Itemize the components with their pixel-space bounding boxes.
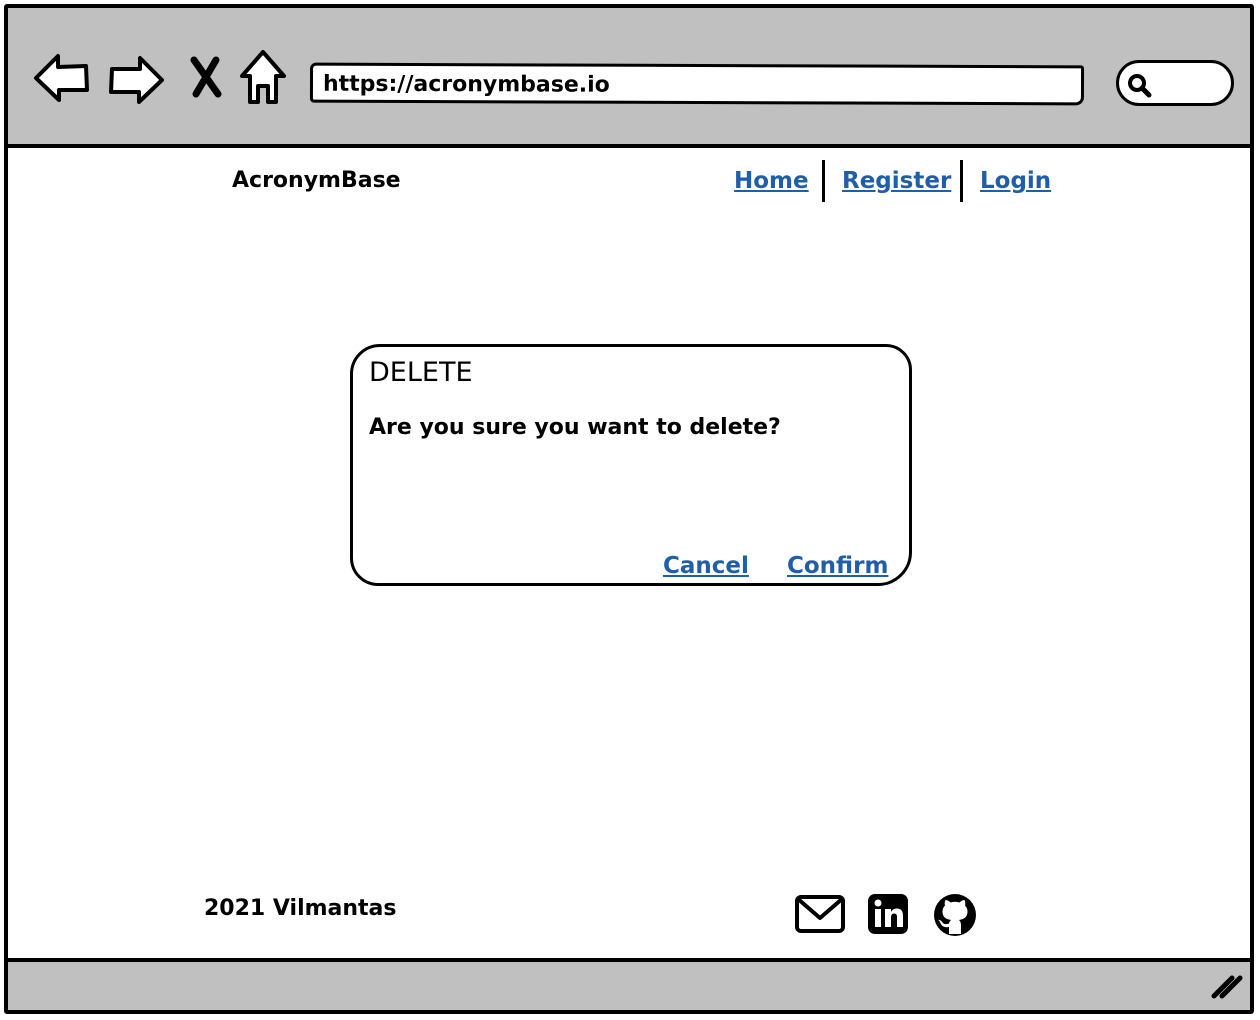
mail-icon[interactable] [794, 892, 846, 940]
dialog-title: DELETE [369, 357, 473, 388]
dialog-message: Are you sure you want to delete? [369, 415, 781, 440]
back-arrow-icon[interactable] [32, 50, 92, 106]
nav-home-link[interactable]: Home [734, 168, 809, 194]
home-icon[interactable] [238, 48, 288, 106]
browser-toolbar: https://acronymbase.io [8, 8, 1250, 148]
url-text: https://acronymbase.io [322, 71, 610, 98]
delete-confirmation-dialog: DELETE Are you sure you want to delete? … [350, 344, 912, 586]
resize-grip-icon[interactable] [1210, 970, 1244, 1004]
browser-statusbar [8, 958, 1250, 1010]
site-brand: AcronymBase [232, 168, 401, 193]
confirm-button[interactable]: Confirm [787, 553, 888, 579]
browser-window: https://acronymbase.io AcronymBase Home … [4, 4, 1254, 1014]
nav-divider [960, 160, 963, 202]
nav-login-link[interactable]: Login [980, 168, 1051, 194]
nav-register-link[interactable]: Register [842, 168, 951, 194]
browser-search-input[interactable] [1116, 60, 1234, 106]
nav-divider [822, 160, 825, 202]
footer-copyright: 2021 Vilmantas [204, 896, 397, 921]
forward-arrow-icon[interactable] [106, 52, 166, 108]
close-x-icon[interactable] [188, 56, 224, 98]
address-bar[interactable]: https://acronymbase.io [309, 62, 1085, 106]
search-icon [1127, 73, 1153, 103]
linkedin-icon[interactable] [866, 892, 910, 940]
github-icon[interactable] [932, 892, 978, 942]
cancel-button[interactable]: Cancel [663, 553, 749, 579]
